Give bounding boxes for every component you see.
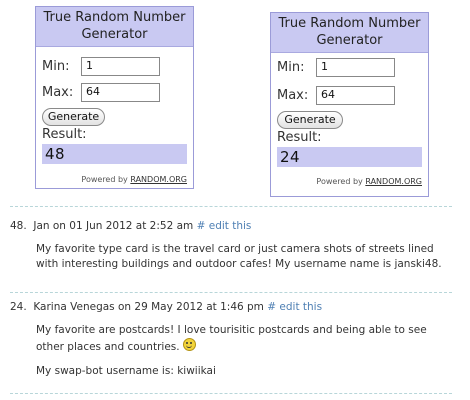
min-label: Min:: [42, 59, 70, 74]
min-label: Min:: [277, 60, 305, 75]
min-input[interactable]: 1: [81, 57, 160, 76]
comment-divider: [10, 292, 452, 293]
comment-paragraph: My swap-bot username is: kiwiikai: [36, 365, 216, 377]
comment-item: 24. Karina Venegas on 29 May 2012 at 1:4…: [10, 300, 455, 395]
random-org-link[interactable]: RANDOM.ORG: [365, 177, 422, 186]
comment-item: 48. Jan on 01 Jun 2012 at 2:52 am # edit…: [10, 219, 455, 279]
comment-author-date: Karina Venegas on 29 May 2012 at 1:46 pm: [33, 301, 264, 313]
result-value: 24: [277, 147, 422, 167]
result-value: 48: [42, 144, 187, 164]
comment-header: 24. Karina Venegas on 29 May 2012 at 1:4…: [10, 300, 322, 315]
widget-title: True Random Number Generator: [36, 7, 193, 47]
comment-header: 48. Jan on 01 Jun 2012 at 2:52 am # edit…: [10, 219, 251, 234]
min-input[interactable]: 1: [316, 58, 395, 77]
comment-paragraph: My favorite are postcards! I love touris…: [36, 323, 456, 355]
generate-button[interactable]: Generate: [277, 111, 343, 129]
edit-comment-link[interactable]: # edit this: [267, 301, 322, 313]
comment-divider: [10, 206, 452, 207]
max-label: Max:: [277, 88, 309, 103]
powered-by-text: Powered by: [81, 175, 128, 184]
widget-title: True Random Number Generator: [271, 13, 428, 53]
generate-button[interactable]: Generate: [42, 108, 105, 126]
rng-widget-left: True Random Number Generator Min: 1 Max:…: [35, 6, 194, 189]
powered-by: Powered by RANDOM.ORG: [81, 175, 187, 184]
comment-number: 48.: [10, 220, 27, 232]
result-label: Result:: [42, 127, 87, 142]
comment-divider: [10, 393, 452, 394]
comment-paragraph-text: My favorite are postcards! I love touris…: [36, 324, 427, 353]
comment-author-date: Jan on 01 Jun 2012 at 2:52 am: [33, 220, 194, 232]
max-input[interactable]: 64: [81, 83, 160, 102]
powered-by-text: Powered by: [316, 177, 363, 186]
comment-body: My favorite type card is the travel card…: [36, 242, 456, 272]
edit-comment-link[interactable]: # edit this: [197, 220, 252, 232]
comment-number: 24.: [10, 301, 27, 313]
powered-by: Powered by RANDOM.ORG: [316, 177, 422, 186]
rng-widget-right: True Random Number Generator Min: 1 Max:…: [270, 12, 429, 197]
max-label: Max:: [42, 85, 74, 100]
max-input[interactable]: 64: [316, 86, 395, 105]
smiley-icon: [182, 338, 196, 351]
random-org-link[interactable]: RANDOM.ORG: [130, 175, 187, 184]
comment-paragraph: My favorite type card is the travel card…: [36, 243, 442, 270]
comment-body: My favorite are postcards! I love touris…: [36, 323, 456, 379]
result-label: Result:: [277, 130, 322, 145]
